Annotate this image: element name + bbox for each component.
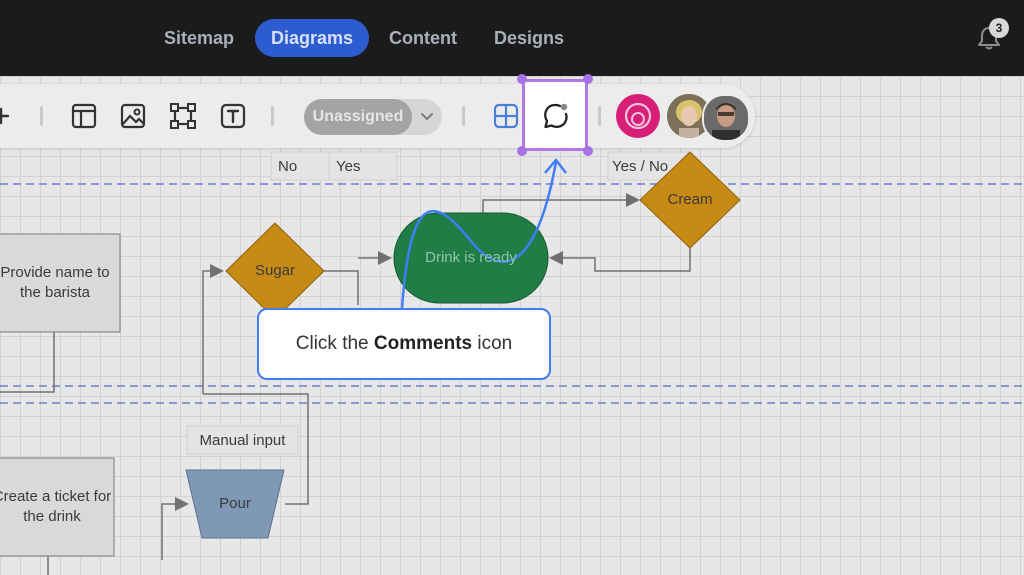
callout-suffix: icon <box>472 333 513 354</box>
image-icon[interactable] <box>119 100 147 132</box>
chat-bubble-icon <box>624 102 652 130</box>
assignee-value: Unassigned <box>304 99 412 135</box>
avatar[interactable] <box>702 94 750 142</box>
chevron-down-icon <box>421 113 433 120</box>
plus-icon[interactable] <box>0 100 20 132</box>
lane-label-yes-no: Yes / No <box>612 158 669 175</box>
layout-icon[interactable] <box>70 100 98 132</box>
user-photo-icon <box>704 96 748 140</box>
node-pour[interactable]: Pour <box>196 494 274 514</box>
avatar[interactable] <box>616 94 660 138</box>
tutorial-callout: Click the Comments icon <box>257 308 551 380</box>
grid-icon[interactable] <box>492 100 520 132</box>
comments-icon[interactable] <box>540 100 570 132</box>
toolbar-divider <box>462 106 465 126</box>
node-provide-name[interactable]: Provide name to the barista <box>0 263 120 303</box>
node-sugar[interactable]: Sugar <box>236 261 314 281</box>
selection-handle <box>583 146 593 156</box>
toolbar-divider <box>40 106 43 126</box>
toolbar-divider <box>271 106 274 126</box>
text-icon[interactable] <box>219 100 247 132</box>
selection-handle <box>517 74 527 84</box>
selection-handle <box>583 74 593 84</box>
frame-icon[interactable] <box>169 100 197 132</box>
node-cream[interactable]: Cream <box>645 190 735 210</box>
lane-label-no: No <box>278 158 298 175</box>
label-manual-input: Manual input <box>199 432 286 449</box>
callout-emphasis: Comments <box>373 333 473 354</box>
node-create-ticket[interactable]: Create a ticket for the drink <box>0 487 112 527</box>
lane-label-yes: Yes <box>336 158 361 175</box>
callout-prefix: Click the <box>295 333 374 354</box>
node-drink-ready[interactable]: Drink is ready <box>394 248 548 268</box>
selection-handle <box>517 146 527 156</box>
toolbar-divider <box>598 106 601 126</box>
